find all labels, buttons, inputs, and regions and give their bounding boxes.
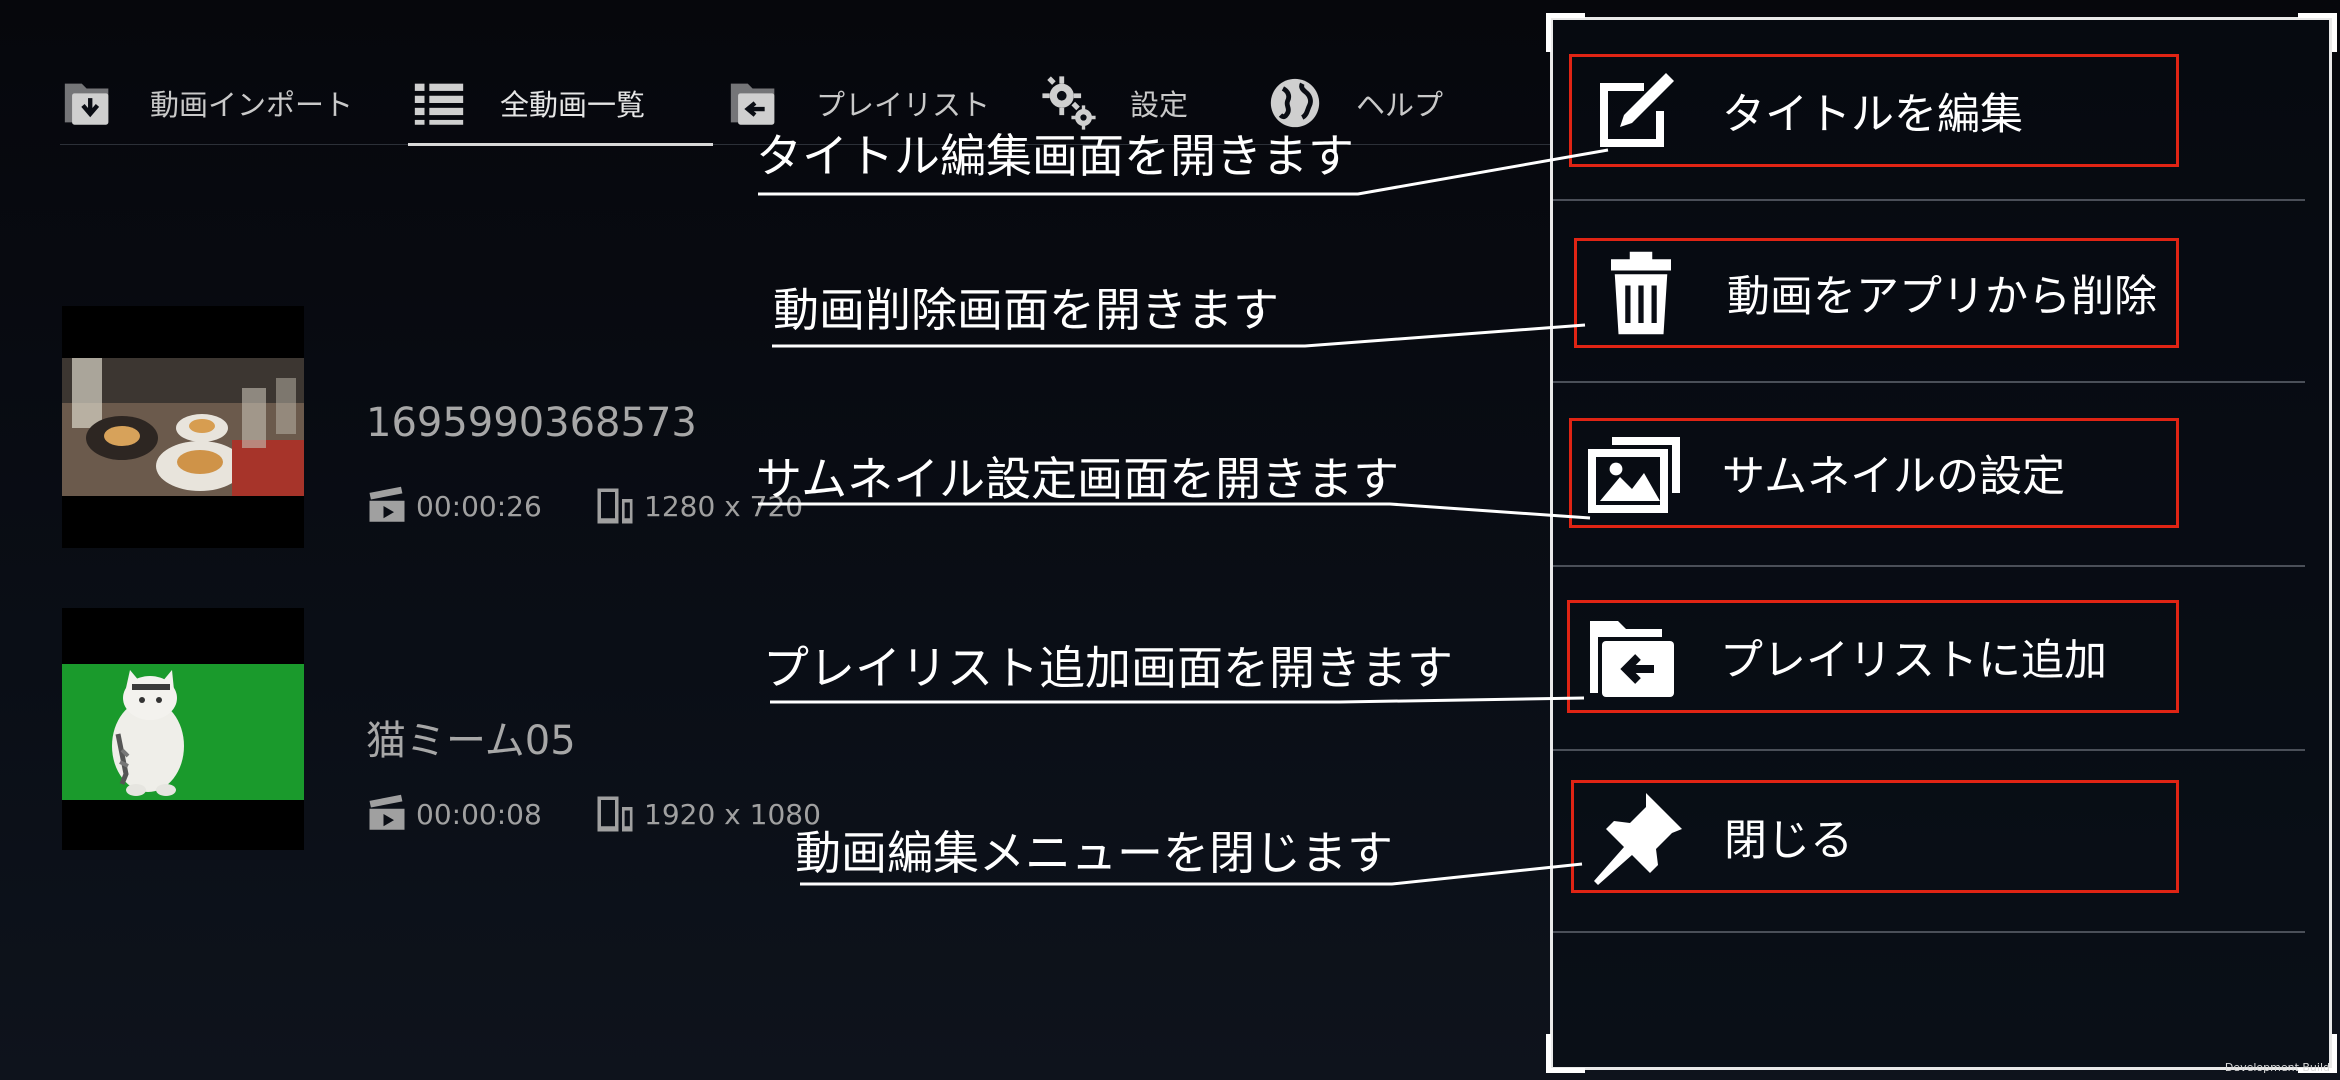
leader-line [770, 696, 1585, 704]
leader-line [772, 323, 1586, 348]
leader-line [800, 862, 1583, 886]
watermark: Development Build [2224, 1061, 2330, 1074]
leader-line [758, 148, 1609, 196]
annotation-leader-lines [758, 148, 1609, 886]
leader-line [758, 502, 1591, 520]
